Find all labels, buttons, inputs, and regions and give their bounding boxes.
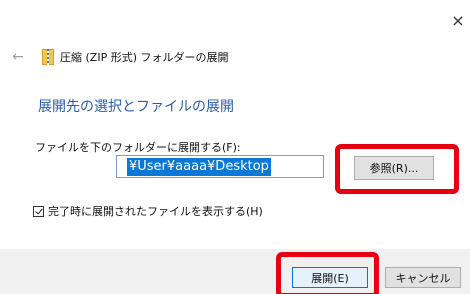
- destination-label: ファイルを下のフォルダーに展開する(F):: [35, 141, 241, 154]
- back-arrow-icon[interactable]: ←: [8, 47, 28, 67]
- browse-button[interactable]: 参照(R)...: [354, 156, 434, 180]
- destination-path-text: ¥User¥aaaa¥Desktop: [127, 157, 271, 176]
- dialog-header: ← 圧縮 (ZIP 形式) フォルダーの展開: [8, 46, 229, 68]
- extract-dialog: × ← 圧縮 (ZIP 形式) フォルダーの展開 展開先の選択とファイルの展開 …: [0, 0, 470, 294]
- extract-button[interactable]: 展開(E): [292, 267, 368, 288]
- close-button[interactable]: ×: [449, 12, 467, 30]
- dialog-title: 圧縮 (ZIP 形式) フォルダーの展開: [60, 51, 229, 64]
- zip-folder-icon: [42, 49, 54, 65]
- show-files-checkbox[interactable]: [33, 205, 44, 217]
- destination-path-input[interactable]: ¥User¥aaaa¥Desktop: [116, 155, 324, 178]
- show-files-label: 完了時に展開されたファイルを表示する(H): [48, 205, 263, 218]
- page-heading: 展開先の選択とファイルの展開: [38, 99, 234, 115]
- show-files-option[interactable]: 完了時に展開されたファイルを表示する(H): [33, 203, 263, 219]
- cancel-button[interactable]: キャンセル: [385, 267, 461, 288]
